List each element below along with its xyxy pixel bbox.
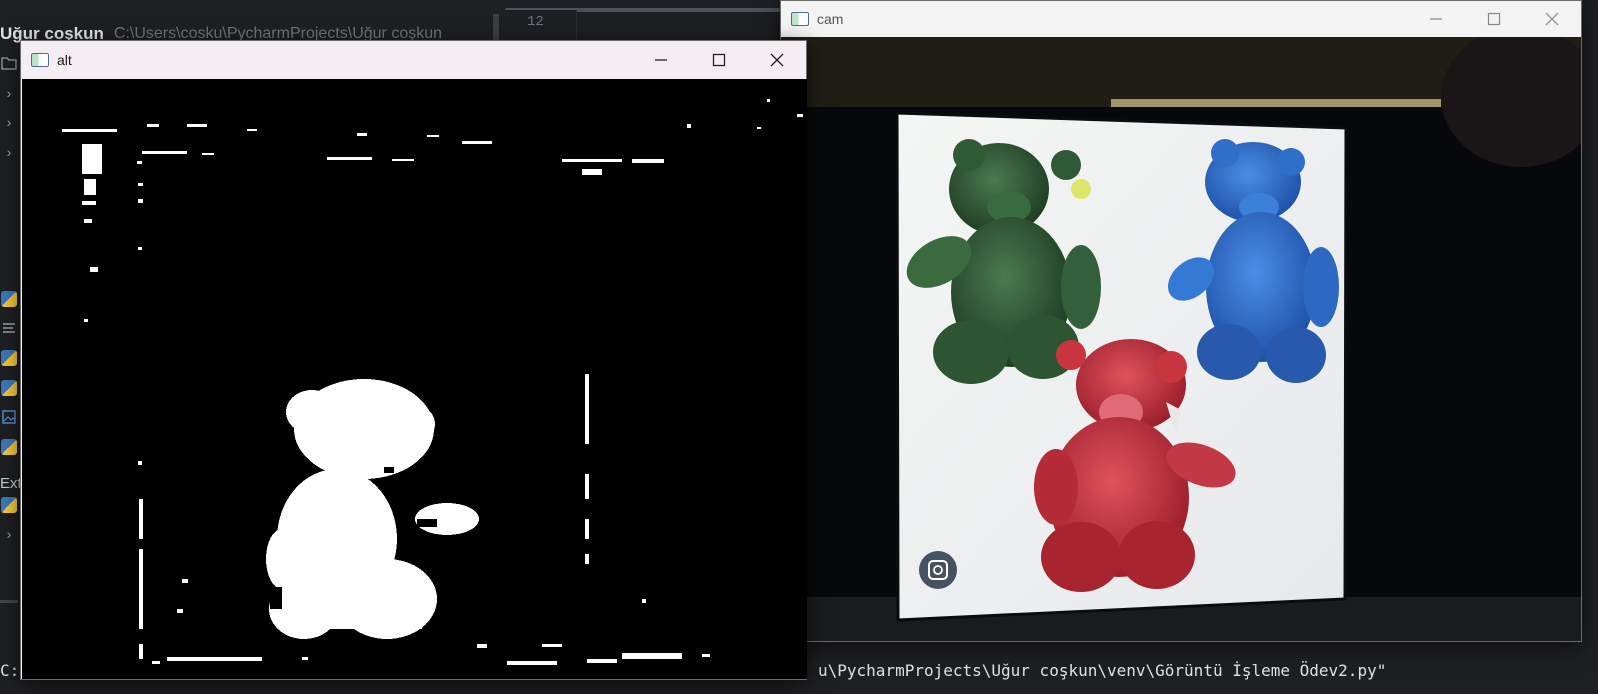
cam-window-title: cam	[817, 11, 844, 27]
minimize-button[interactable]	[1407, 1, 1465, 37]
close-button[interactable]	[748, 41, 806, 79]
tool-window-divider	[0, 600, 18, 603]
close-icon	[770, 53, 784, 67]
chevron-right-icon[interactable]: ›	[0, 143, 18, 161]
desktop: 12 Uğur coşkun C:\Users\cosku\PycharmPro…	[0, 0, 1598, 694]
python-file-icon[interactable]	[0, 290, 18, 308]
maximize-icon	[1487, 12, 1501, 26]
folder-icon[interactable]	[0, 54, 18, 72]
image-file-icon[interactable]	[0, 408, 18, 426]
cam-titlebar[interactable]: cam	[781, 1, 1581, 37]
text-file-icon[interactable]	[0, 319, 18, 337]
python-file-icon[interactable]	[0, 349, 18, 367]
binary-mask-view	[22, 79, 807, 679]
maximize-icon	[712, 53, 726, 67]
minimize-icon	[1430, 18, 1442, 20]
line-number: 12	[527, 14, 544, 30]
maximize-button[interactable]	[690, 41, 748, 79]
opencv-window-icon	[31, 53, 49, 67]
minimize-button[interactable]	[632, 41, 690, 79]
close-icon	[1545, 12, 1559, 26]
alt-titlebar[interactable]: alt	[21, 41, 806, 79]
external-libraries-label[interactable]: Ext	[0, 475, 22, 492]
chevron-right-icon[interactable]: ›	[0, 525, 18, 543]
minimize-icon	[655, 59, 667, 61]
python-file-icon[interactable]	[0, 438, 18, 456]
chevron-right-icon[interactable]: ›	[0, 113, 18, 131]
chevron-right-icon[interactable]: ›	[0, 84, 18, 102]
project-tree-strip: › › › ›	[0, 50, 20, 690]
camera-feed	[781, 37, 1581, 641]
python-file-icon[interactable]	[0, 379, 18, 397]
maximize-button[interactable]	[1465, 1, 1523, 37]
terminal-command: u\PycharmProjects\Uğur coşkun\venv\Görün…	[818, 661, 1387, 680]
screen-capture-icon	[919, 551, 957, 589]
alt-window[interactable]: alt	[20, 40, 807, 680]
cam-window[interactable]: cam	[780, 0, 1582, 642]
close-button[interactable]	[1523, 1, 1581, 37]
alt-window-title: alt	[57, 52, 72, 68]
python-file-icon[interactable]	[0, 496, 18, 514]
opencv-window-icon	[791, 12, 809, 26]
